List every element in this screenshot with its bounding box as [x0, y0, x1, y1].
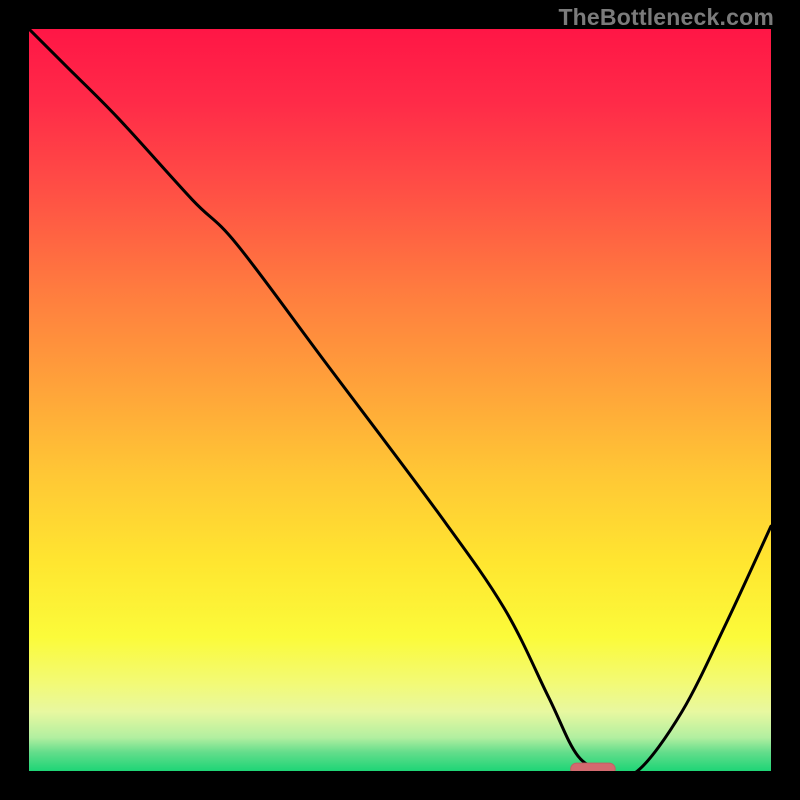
chart-frame: TheBottleneck.com: [0, 0, 800, 800]
watermark-text: TheBottleneck.com: [558, 4, 774, 31]
optimal-marker: [571, 763, 616, 771]
chart-plot-area: [29, 29, 771, 771]
chart-svg: [29, 29, 771, 771]
